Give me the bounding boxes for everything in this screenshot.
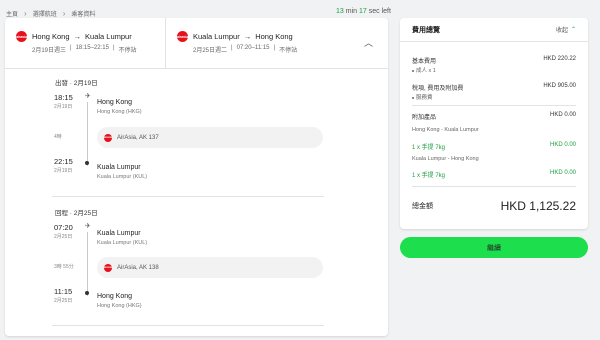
return-stops: 不停站 [279,48,298,54]
addon-value: HKD 0.00 [549,112,576,118]
location-pin-icon [85,291,89,295]
tax-sub: 服務費 [412,93,433,101]
chevron-up-icon: ⌃ [570,27,576,33]
airasia-logo-icon: airasia [177,31,188,42]
segment-2-label: Kuala Lumpur - Hong Kong [412,156,479,162]
arr-city: Hong Kong [97,293,133,300]
chevron-right-icon: › [24,9,27,18]
total-value: HKD 1,125.22 [500,199,576,213]
airasia-logo-icon: airasia [104,263,112,272]
timeline-line [87,102,88,166]
base-fare-value: HKD 220.22 [543,56,576,62]
divider [412,186,576,187]
collapse-label: 收起 [555,28,568,34]
divider [412,105,576,106]
return-to: Hong Kong [255,32,293,41]
chevron-up-icon[interactable]: ︿ [364,36,373,49]
flight-number: AirAsia, AK 137 [117,134,159,141]
dep-date: 2月19日 [54,104,73,110]
dep-airport: Kuala Lumpur (KUL) [97,240,148,246]
summary-header: 費用總覽 收起 ⌃ [400,18,588,42]
outbound-summary: airasia Hong Kong → Kuala Lumpur 2月19日週三… [15,31,137,54]
plane-icon: ✈ [85,93,91,100]
return-summary: airasia Kuala Lumpur → Hong Kong 2月25日週二… [165,18,325,68]
dep-time: 07:20 [54,223,73,232]
timer-sec-label: sec left [368,8,391,15]
dep-city: Kuala Lumpur [97,230,141,237]
arrow-right-icon: → [243,32,252,41]
segment-2-item: 1 x 手提 7kg HKD 0.00 [412,170,576,179]
section-divider [52,196,324,197]
arr-date: 2月25日 [54,298,73,304]
timer-minutes: 13 [336,8,344,15]
arr-time: 11:15 [54,287,73,296]
flight-info-pill: airasia AirAsia, AK 138 [97,257,323,278]
total-label: 總金額 [412,203,433,210]
timeline-line [87,232,88,296]
flight-duration: 3時 55分 [54,264,74,270]
breadcrumb-home[interactable]: 主頁 [6,9,18,18]
segment-2-baggage: 1 x 手提 7kg [412,173,446,179]
arr-time: 22:15 [54,157,73,166]
segment-1-label: Hong Kong - Kuala Lumpur [412,127,479,133]
breadcrumb-passenger-info: 乘客資料 [71,12,96,18]
timer-min-label: min [345,8,358,15]
arr-city: Kuala Lumpur [97,164,141,171]
total-row: 總金額 HKD 1,125.22 [412,199,576,213]
flight-details-card: airasia Hong Kong → Kuala Lumpur 2月19日週三… [5,18,388,336]
tax-value: HKD 905.00 [543,83,576,89]
trip-summary-header[interactable]: airasia Hong Kong → Kuala Lumpur 2月19日週三… [5,18,388,69]
breadcrumb-select-flight[interactable]: 選擇航班 [33,9,57,18]
addon-row: 附加產品 HKD 0.00 [412,112,576,121]
tax-label: 稅項, 費用及附加費 [412,86,464,92]
return-from: Kuala Lumpur [193,32,240,41]
summary-title: 費用總覽 [412,26,440,34]
flight-info-pill: airasia AirAsia, AK 137 [97,127,323,148]
outbound-stops: 不停站 [118,48,137,54]
return-time: 07:20–11:15 [236,45,270,51]
dep-time: 18:15 [54,93,73,102]
base-fare-row: 基本費用 HKD 220.22 [412,56,576,65]
arr-airport: Hong Kong (HKG) [97,303,142,309]
flight-duration: 4時 [54,134,62,140]
dep-date: 2月25日 [54,234,73,240]
segment-1-baggage: 1 x 手提 7kg [412,145,446,151]
outbound-from: Hong Kong [32,32,70,41]
price-summary-card: 費用總覽 收起 ⌃ 基本費用 HKD 220.22 成人 x 1 稅項, 費用及… [400,18,588,229]
collapse-button[interactable]: 收起 ⌃ [556,25,576,34]
return-date: 2月25日週二 [193,48,228,54]
dep-airport: Hong Kong (HKG) [97,109,142,115]
airasia-logo-icon: airasia [16,31,27,42]
addon-label: 附加產品 [412,115,437,121]
segment-1-item: 1 x 手提 7kg HKD 0.00 [412,142,576,151]
location-pin-icon [85,161,89,165]
breadcrumb: 主頁 › 選擇航班 › 乘客資料 [6,9,95,18]
chevron-right-icon: › [62,9,66,18]
base-fare-sub: 成人 x 1 [412,66,436,74]
arrow-right-icon: → [73,32,82,41]
dep-city: Hong Kong [97,99,133,106]
tax-row: 稅項, 費用及附加費 HKD 905.00 [412,83,576,92]
outbound-date: 2月19日週三 [32,48,67,54]
segment-1-value: HKD 0.00 [549,142,576,148]
section-divider [52,325,324,326]
arr-date: 2月19日 [54,168,73,174]
flight-number: AirAsia, AK 138 [117,264,159,271]
outbound-label: 出發 · 2月19日 [55,80,98,87]
arr-airport: Kuala Lumpur (KUL) [97,174,148,180]
segment-2-value: HKD 0.00 [549,170,576,176]
outbound-to: Kuala Lumpur [85,32,132,41]
return-label: 回程 · 2月25日 [55,210,98,217]
plane-icon: ✈ [85,223,91,230]
outbound-time: 18:15–22:15 [75,45,109,51]
continue-button[interactable]: 繼續 [400,237,588,258]
countdown-timer: 13 min 17 sec left [336,8,391,15]
base-fare-label: 基本費用 [412,59,437,65]
airasia-logo-icon: airasia [104,133,112,142]
timer-seconds: 17 [358,8,367,15]
